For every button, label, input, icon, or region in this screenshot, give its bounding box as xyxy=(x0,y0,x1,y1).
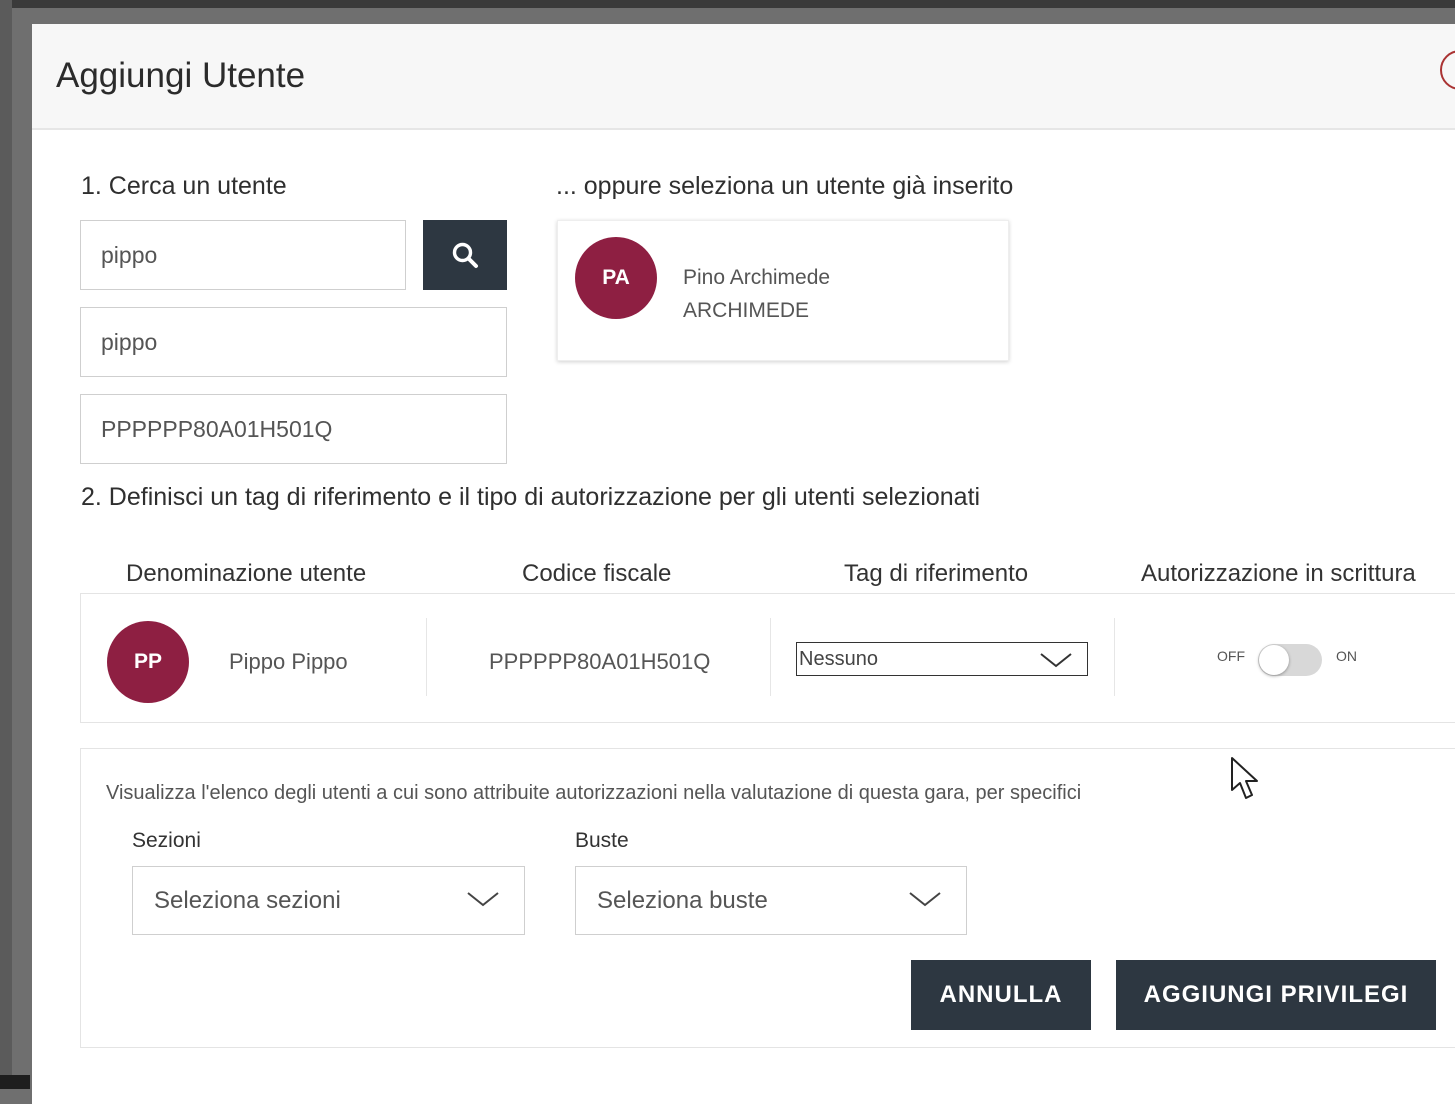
modal-title: Aggiungi Utente xyxy=(56,56,306,95)
existing-section-label: ... oppure seleziona un utente già inser… xyxy=(556,172,1014,200)
close-button[interactable] xyxy=(1440,50,1455,90)
tag-select[interactable]: Nessuno xyxy=(796,642,1088,676)
column-divider xyxy=(1114,618,1115,696)
column-header-write-auth: Autorizzazione in scrittura xyxy=(1141,560,1416,587)
sezioni-label: Sezioni xyxy=(132,829,201,852)
toggle-off-label: OFF xyxy=(1217,648,1245,664)
toggle-knob[interactable] xyxy=(1259,645,1289,675)
column-header-tag: Tag di riferimento xyxy=(844,560,1029,587)
define-section-label: 2. Definisci un tag di riferimento e il … xyxy=(81,483,981,511)
modal-header: Aggiungi Utente xyxy=(32,24,1455,130)
surname-input[interactable]: pippo xyxy=(80,307,507,377)
chevron-down-icon xyxy=(467,892,499,907)
table-row: PP Pippo Pippo PPPPPP80A01H501Q Nessuno … xyxy=(80,593,1455,723)
avatar: PP xyxy=(107,621,189,703)
search-section-label: 1. Cerca un utente xyxy=(81,172,287,200)
backdrop-left xyxy=(0,0,12,1089)
existing-user-subtitle: ARCHIMEDE xyxy=(683,299,810,322)
column-header-name: Denominazione utente xyxy=(126,560,367,587)
search-name-input[interactable]: pippo xyxy=(80,220,406,290)
buste-dropdown-value: Seleziona buste xyxy=(597,886,768,914)
fiscal-code-input[interactable]: PPPPPP80A01H501Q xyxy=(80,394,507,464)
cancel-button[interactable]: ANNULLA xyxy=(911,960,1091,1030)
backdrop-corner xyxy=(0,1075,30,1089)
existing-user-name: Pino Archimede xyxy=(683,266,831,289)
avatar: PA xyxy=(575,237,657,319)
search-icon xyxy=(452,242,478,268)
mouse-cursor-icon xyxy=(1231,757,1258,799)
privileges-description: Visualizza l'elenco degli utenti a cui s… xyxy=(106,782,1082,804)
column-divider xyxy=(426,618,427,696)
search-button[interactable] xyxy=(423,220,507,290)
buste-label: Buste xyxy=(575,829,629,852)
toggle-on-label: ON xyxy=(1336,648,1357,664)
sezioni-dropdown-value: Seleziona sezioni xyxy=(154,886,341,914)
chevron-down-icon xyxy=(1040,653,1072,668)
buste-dropdown[interactable]: Seleziona buste xyxy=(575,866,967,935)
add-privileges-button[interactable]: AGGIUNGI PRIVILEGI xyxy=(1116,960,1436,1030)
row-user-name: Pippo Pippo xyxy=(229,649,348,674)
existing-user-card[interactable]: PA Pino Archimede ARCHIMEDE xyxy=(557,220,1009,361)
chevron-down-icon xyxy=(909,892,941,907)
column-header-fiscal-code: Codice fiscale xyxy=(522,560,672,587)
sezioni-dropdown[interactable]: Seleziona sezioni xyxy=(132,866,525,935)
row-fiscal-code: PPPPPP80A01H501Q xyxy=(489,649,711,674)
backdrop-top xyxy=(0,0,1455,8)
column-divider xyxy=(770,618,771,696)
tag-select-value: Nessuno xyxy=(799,647,878,670)
add-user-modal: Aggiungi Utente 1. Cerca un utente pippo… xyxy=(32,24,1455,1104)
